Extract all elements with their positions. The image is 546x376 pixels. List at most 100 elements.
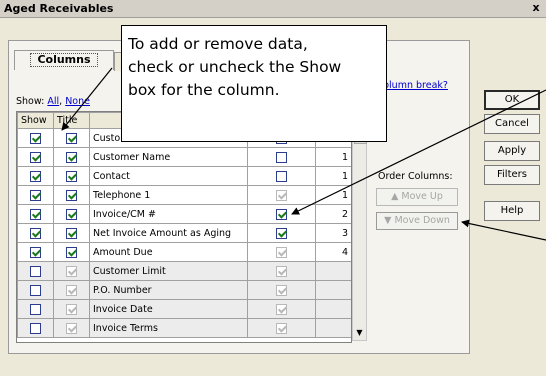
table-row: P.O. Number	[17, 280, 351, 300]
show-all-link[interactable]: All	[47, 96, 59, 107]
columns-table: Show Title Customer IDCustomer Name1Cont…	[17, 112, 351, 338]
break-checkbox[interactable]	[276, 227, 287, 239]
title-checkbox[interactable]	[66, 151, 77, 163]
title-checkbox[interactable]	[66, 170, 77, 182]
break-cell	[247, 204, 316, 224]
close-icon[interactable]: x	[530, 1, 542, 14]
column-name-cell: Customer Name	[89, 147, 248, 167]
break-checkbox	[276, 189, 287, 201]
order-cell: 1	[315, 185, 351, 205]
table-row: Telephone 1 1	[17, 185, 351, 205]
show-cell	[17, 318, 54, 338]
break-checkbox	[276, 265, 287, 277]
order-cell: 1	[315, 166, 351, 186]
title-cell	[53, 185, 90, 205]
title-checkbox[interactable]	[66, 208, 77, 220]
show-checkbox[interactable]	[30, 284, 41, 296]
move-down-button[interactable]: ▼ Move Down	[376, 212, 458, 230]
order-cell	[315, 318, 351, 338]
instruction-callout: To add or remove data, check or uncheck …	[121, 25, 387, 142]
tab-columns[interactable]: Columns	[14, 50, 114, 70]
title-cell	[53, 242, 90, 262]
show-checkbox[interactable]	[30, 208, 41, 220]
header-title: Title	[53, 112, 90, 129]
move-down-arrow-line	[461, 219, 546, 241]
apply-button[interactable]: Apply	[484, 141, 540, 161]
columns-grid: Show Title Customer IDCustomer Name1Cont…	[16, 111, 352, 343]
break-checkbox	[276, 322, 287, 334]
break-cell	[247, 242, 316, 262]
title-checkbox	[66, 265, 77, 277]
title-cell	[53, 128, 90, 148]
show-checkbox[interactable]	[30, 151, 41, 163]
title-cell	[53, 299, 90, 319]
order-cell	[315, 280, 351, 300]
title-checkbox[interactable]	[66, 132, 77, 144]
grid-scrollbar[interactable]: ▼	[352, 111, 367, 341]
ok-button[interactable]: OK	[484, 90, 540, 110]
column-break-link[interactable]: column break?	[378, 80, 448, 91]
show-selector: Show: All, None	[16, 96, 90, 107]
break-checkbox[interactable]	[276, 151, 287, 163]
show-label: Show:	[16, 96, 45, 107]
show-separator: ,	[59, 96, 63, 107]
cancel-button[interactable]: Cancel	[484, 114, 540, 134]
show-checkbox[interactable]	[30, 303, 41, 315]
callout-line-1: To add or remove data,	[128, 35, 308, 53]
column-name-cell: Net Invoice Amount as Aging	[89, 223, 248, 243]
title-cell	[53, 318, 90, 338]
table-row: Net Invoice Amount as Aging 3	[17, 223, 351, 243]
order-columns-label: Order Columns:	[378, 171, 453, 182]
header-show: Show	[17, 112, 54, 129]
title-cell	[53, 223, 90, 243]
title-checkbox[interactable]	[66, 227, 77, 239]
break-cell	[247, 280, 316, 300]
break-checkbox	[276, 303, 287, 315]
title-checkbox	[66, 284, 77, 296]
title-cell	[53, 147, 90, 167]
break-cell	[247, 223, 316, 243]
show-cell	[17, 261, 54, 281]
break-checkbox[interactable]	[276, 170, 287, 182]
show-checkbox[interactable]	[30, 170, 41, 182]
show-cell	[17, 223, 54, 243]
break-cell	[247, 147, 316, 167]
show-checkbox[interactable]	[30, 227, 41, 239]
help-button[interactable]: Help	[484, 201, 540, 221]
show-cell	[17, 147, 54, 167]
table-row: Amount Due 4	[17, 242, 351, 262]
move-down-label: Move Down	[394, 215, 450, 226]
title-bar: Aged Receivables x	[0, 0, 546, 18]
callout-line-3: box for the column.	[128, 81, 280, 99]
show-checkbox[interactable]	[30, 132, 41, 144]
table-row: Contact 1	[17, 166, 351, 186]
show-cell	[17, 242, 54, 262]
show-cell	[17, 128, 54, 148]
table-row: Invoice Terms	[17, 318, 351, 338]
scroll-down-icon[interactable]: ▼	[354, 327, 365, 339]
show-checkbox[interactable]	[30, 246, 41, 258]
break-checkbox[interactable]	[276, 208, 287, 220]
move-up-icon: ▲	[391, 191, 399, 202]
order-cell: 3	[315, 223, 351, 243]
title-checkbox[interactable]	[66, 189, 77, 201]
show-cell	[17, 299, 54, 319]
show-checkbox[interactable]	[30, 189, 41, 201]
show-cell	[17, 166, 54, 186]
order-cell: 2	[315, 204, 351, 224]
break-cell	[247, 166, 316, 186]
show-checkbox[interactable]	[30, 265, 41, 277]
break-cell	[247, 318, 316, 338]
move-up-button[interactable]: ▲ Move Up	[376, 188, 458, 206]
table-row: Customer Name 1	[17, 147, 351, 167]
filters-button[interactable]: Filters	[484, 165, 540, 185]
column-name-cell: Customer Limit	[89, 261, 248, 281]
show-none-link[interactable]: None	[65, 96, 90, 107]
column-name-cell: P.O. Number	[89, 280, 248, 300]
title-checkbox[interactable]	[66, 246, 77, 258]
column-name-cell: Invoice Terms	[89, 318, 248, 338]
title-cell	[53, 261, 90, 281]
show-checkbox[interactable]	[30, 322, 41, 334]
break-cell	[247, 299, 316, 319]
break-cell	[247, 185, 316, 205]
